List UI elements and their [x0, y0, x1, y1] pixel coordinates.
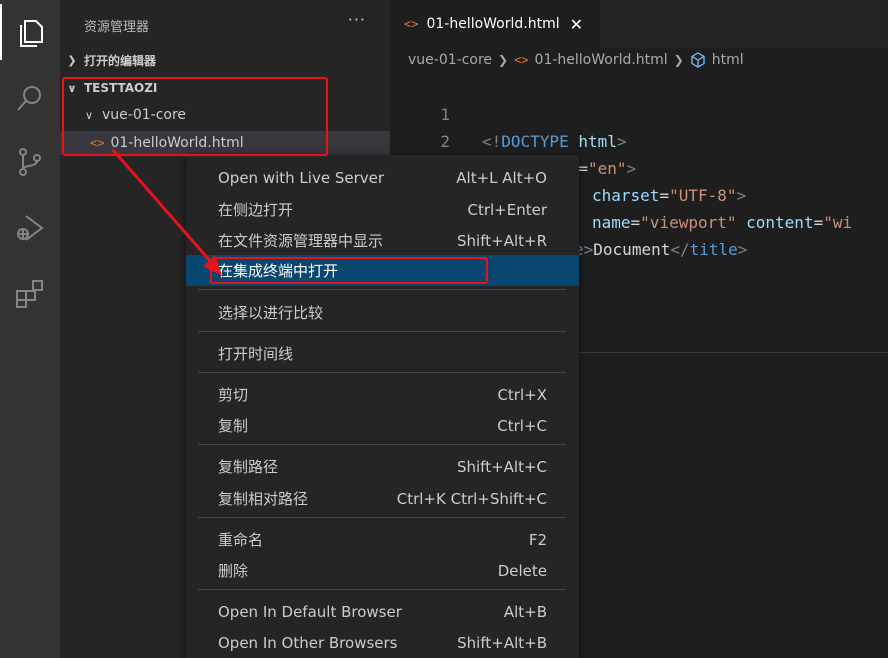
chevron-right-icon: ❯ [673, 53, 684, 67]
menu-item-shortcut: Alt+B [503, 602, 547, 621]
menu-item-label: Open In Other Browsers [218, 633, 398, 652]
code-token: > [737, 240, 748, 259]
annotation-box-explorer [62, 77, 328, 156]
menu-separator [198, 589, 566, 590]
run-debug-icon [17, 215, 44, 241]
menu-item-shortcut: Delete [497, 561, 547, 580]
context-menu: Open with Live Server Alt+L Alt+O 在侧边打开 Ct… [186, 155, 579, 658]
code-line: 1 <!DOCTYPE html> [390, 74, 888, 151]
menu-item-select-for-compare[interactable]: 选择以进行比较 [186, 297, 579, 328]
menu-item-shortcut: Alt+L Alt+O [456, 168, 547, 187]
menu-item-cut[interactable]: 剪切 Ctrl+X [186, 379, 579, 410]
editor-tab-bar: <> 01-helloWorld.html ✕ [390, 0, 888, 48]
close-icon[interactable]: ✕ [570, 15, 583, 34]
menu-item-label: 打开时间线 [218, 345, 294, 363]
menu-item-shortcut: Shift+Alt+C [456, 457, 547, 476]
activity-explorer[interactable] [0, 4, 60, 60]
menu-separator [198, 372, 566, 373]
code-line: 3 <head> [390, 128, 888, 205]
html-file-icon: <> [514, 53, 529, 67]
menu-item-label: Open with Live Server [218, 168, 385, 187]
menu-item-copy-path[interactable]: 复制路径 Shift+Alt+C [186, 451, 579, 482]
menu-item-copy[interactable]: 复制 Ctrl+C [186, 410, 579, 441]
extensions-icon [16, 280, 43, 308]
menu-item-open-other-browsers[interactable]: Open In Other Browsers Shift+Alt+B [186, 627, 579, 658]
more-actions-button[interactable]: ··· [348, 10, 366, 29]
menu-item-shortcut: Ctrl+X [497, 385, 547, 404]
menu-item-rename[interactable]: 重命名 F2 [186, 524, 579, 555]
breadcrumb-file[interactable]: 01-helloWorld.html [535, 52, 668, 68]
annotation-box-menu-item [210, 257, 488, 284]
menu-item-label: 删除 [218, 562, 249, 580]
explorer-title: 资源管理器 [84, 20, 150, 35]
menu-item-shortcut: Ctrl+Enter [467, 200, 547, 219]
breadcrumb-symbol[interactable]: html [712, 52, 744, 68]
menu-item-label: 在文件资源管理器中显示 [218, 232, 384, 250]
menu-item-delete[interactable]: 删除 Delete [186, 555, 579, 586]
menu-separator [198, 517, 566, 518]
files-icon [20, 20, 43, 47]
search-icon [17, 86, 41, 111]
activity-search[interactable] [0, 70, 60, 126]
activity-bar [0, 0, 60, 658]
menu-separator [198, 331, 566, 332]
menu-separator [198, 444, 566, 445]
menu-item-label: 选择以进行比较 [218, 304, 324, 322]
menu-item-shortcut: Shift+Alt+R [457, 231, 547, 250]
menu-item-label: 复制路径 [218, 458, 279, 476]
activity-source-control[interactable] [0, 134, 60, 190]
breadcrumb-folder[interactable]: vue-01-core [408, 52, 492, 68]
menu-item-label: 复制 [218, 417, 249, 435]
menu-item-label: 重命名 [218, 531, 264, 549]
menu-item-open-to-side[interactable]: 在侧边打开 Ctrl+Enter [186, 194, 579, 225]
code-token: </ [670, 240, 690, 259]
tab-hello-world[interactable]: <> 01-helloWorld.html ✕ [390, 0, 600, 48]
symbol-cube-icon [691, 52, 705, 68]
activity-extensions[interactable] [0, 265, 60, 321]
menu-item-shortcut: Shift+Alt+B [457, 633, 547, 652]
menu-item-shortcut: Ctrl+C [497, 416, 547, 435]
breadcrumb: vue-01-core ❯ <> 01-helloWorld.html ❯ ht… [390, 48, 888, 72]
source-control-icon [19, 148, 41, 176]
menu-separator [198, 289, 566, 290]
menu-item-open-live-server[interactable]: Open with Live Server Alt+L Alt+O [186, 162, 579, 193]
menu-item-label: 剪切 [218, 386, 249, 404]
code-token: Document [593, 240, 671, 259]
activity-run-debug[interactable] [0, 200, 60, 256]
code-line: 2 <html lang="en"> [390, 101, 888, 178]
code-token: title [689, 240, 738, 259]
menu-item-open-default-browser[interactable]: Open In Default Browser Alt+B [186, 596, 579, 627]
menu-item-copy-relative-path[interactable]: 复制相对路径 Ctrl+K Ctrl+Shift+C [186, 483, 579, 514]
menu-item-shortcut: Ctrl+K Ctrl+Shift+C [396, 489, 547, 508]
menu-item-reveal-in-explorer[interactable]: 在文件资源管理器中显示 Shift+Alt+R [186, 225, 579, 256]
menu-item-label: 在侧边打开 [218, 201, 294, 219]
open-editors-section[interactable]: ❯ 打开的编辑器 [60, 49, 390, 71]
chevron-right-icon: ❯ [498, 53, 509, 67]
open-editors-label: 打开的编辑器 [84, 53, 157, 68]
menu-item-shortcut: F2 [528, 530, 547, 549]
menu-item-open-timeline[interactable]: 打开时间线 [186, 338, 579, 369]
code-token: > [583, 240, 594, 259]
menu-item-label: Open In Default Browser [218, 602, 402, 621]
html-file-icon: <> [404, 17, 419, 31]
chevron-right-icon: ❯ [67, 53, 77, 67]
tab-label: 01-helloWorld.html [426, 16, 560, 32]
menu-item-label: 复制相对路径 [218, 490, 309, 508]
